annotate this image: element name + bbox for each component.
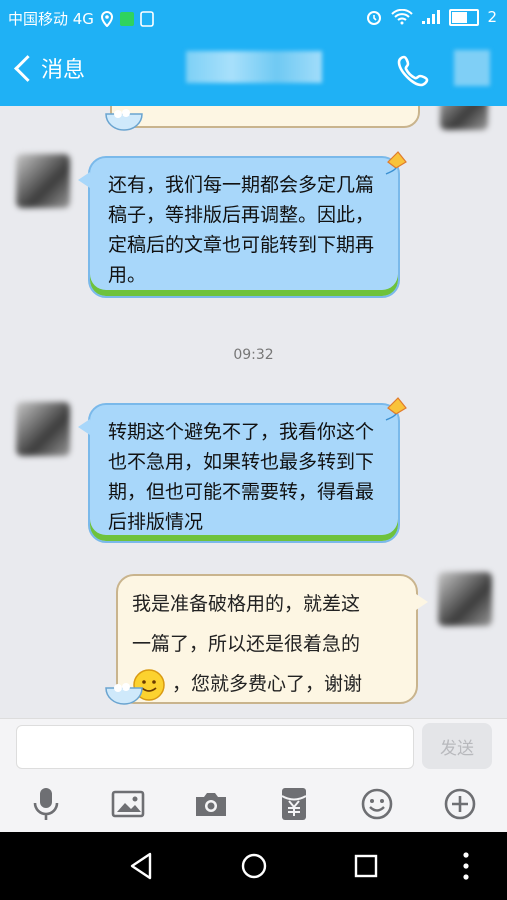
- signal-icon: [422, 10, 441, 24]
- image-icon[interactable]: [108, 784, 148, 824]
- message-text: 还有，我们每一期都会多定几篇稿子，等排版后再调整。因此，定稿后的文章也可能转到下…: [108, 174, 375, 286]
- contact-name-redacted: [186, 51, 322, 83]
- my-avatar[interactable]: [438, 572, 492, 626]
- battery-icon: [449, 8, 480, 26]
- red-packet-icon[interactable]: [274, 784, 314, 824]
- message-bubble-outgoing[interactable]: 我是准备破格用的，就差这 一篇了，所以还是很着急的 ，您就多费心了，谢谢: [116, 574, 428, 704]
- chevron-left-icon: [14, 54, 41, 82]
- message-bubble-incoming[interactable]: 转期这个避免不了，我看你这个也不急用，如果转也最多转到下期，但也可能不需要转，得…: [78, 403, 400, 543]
- send-button[interactable]: 发送: [422, 723, 492, 769]
- bowl-icon: [105, 109, 143, 131]
- chat-header: 消息: [0, 36, 507, 106]
- more-options-icon[interactable]: [446, 846, 486, 886]
- location-icon: [100, 10, 113, 27]
- back-label: 消息: [41, 58, 86, 83]
- message-line: 我是准备破格用的，就差这: [132, 593, 361, 615]
- message-input-bar: 发送: [0, 718, 507, 775]
- emoji-icon[interactable]: [357, 784, 397, 824]
- message-line-with-emoji: ，您就多费心了，谢谢: [132, 664, 402, 704]
- sim-icon: [140, 10, 154, 27]
- input-toolbar: [0, 774, 507, 832]
- recents-square-icon[interactable]: [346, 846, 386, 886]
- wifi-icon: [391, 9, 414, 25]
- back-triangle-icon[interactable]: [122, 846, 162, 886]
- previous-message-bubble: [110, 106, 420, 128]
- message-bubble-incoming[interactable]: 还有，我们每一期都会多定几篇稿子，等排版后再调整。因此，定稿后的文章也可能转到下…: [78, 156, 400, 298]
- app-notification-icon: [119, 11, 134, 26]
- system-navigation-bar: [0, 832, 507, 900]
- status-bar: 中国移动 4G 2: [0, 0, 507, 36]
- phone-call-icon[interactable]: [396, 52, 432, 88]
- camera-icon[interactable]: [191, 784, 231, 824]
- message-text: ，您就多费心了，谢谢: [172, 673, 363, 695]
- contact-avatar[interactable]: [16, 154, 70, 208]
- back-button[interactable]: 消息: [12, 52, 85, 84]
- message-line: 一篇了，所以还是很着急的: [132, 633, 361, 655]
- message-input[interactable]: [16, 725, 414, 769]
- plus-icon[interactable]: [440, 784, 480, 824]
- home-circle-icon[interactable]: [234, 846, 274, 886]
- message-timestamp: 09:32: [233, 347, 274, 363]
- contact-avatar[interactable]: [440, 106, 488, 130]
- kite-icon: [385, 397, 407, 421]
- carrier-label: 中国移动 4G: [8, 10, 94, 28]
- kite-icon: [385, 151, 407, 175]
- microphone-icon[interactable]: [26, 784, 66, 824]
- message-text: 转期这个避免不了，我看你这个也不急用，如果转也最多转到下期，但也可能不需要转，得…: [108, 421, 375, 533]
- contact-profile-button[interactable]: [454, 50, 490, 86]
- chat-area[interactable]: 还有，我们每一期都会多定几篇稿子，等排版后再调整。因此，定稿后的文章也可能转到下…: [0, 106, 507, 718]
- contact-avatar[interactable]: [16, 402, 70, 456]
- bowl-icon: [105, 683, 143, 705]
- alarm-icon: [367, 11, 382, 25]
- battery-text: 2: [487, 8, 497, 26]
